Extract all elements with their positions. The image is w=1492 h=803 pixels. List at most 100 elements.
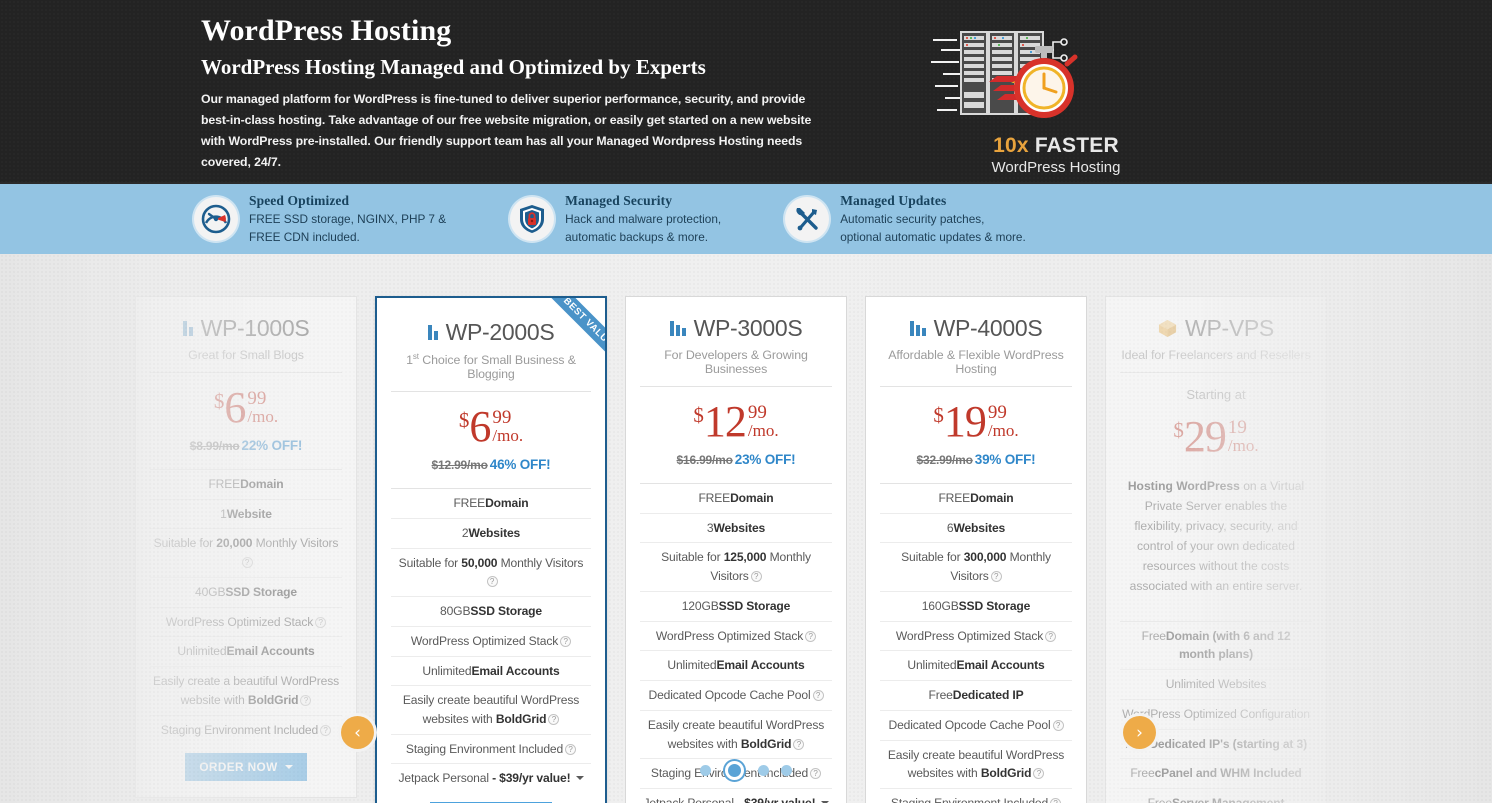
plan-feature-item: Suitable for 125,000 Monthly Visitors? <box>640 542 832 590</box>
plan-feature-item: 120GBSSD Storage <box>640 590 832 621</box>
price-currency: $ <box>933 403 944 427</box>
price-amount: 6 <box>224 383 246 432</box>
carousel-dot-2[interactable] <box>725 761 744 780</box>
pricing-card-wp-2000s[interactable]: BEST VALUE WP-2000S 1st Choice for Small B… <box>375 296 607 803</box>
help-icon[interactable]: ? <box>1050 798 1062 803</box>
help-icon[interactable]: ? <box>1045 630 1057 642</box>
plan-feature-item: 3Websites <box>640 512 832 543</box>
price-amount: 12 <box>703 397 747 446</box>
feature-line-2: FREE CDN included. <box>249 230 360 245</box>
help-icon[interactable]: ? <box>560 635 572 647</box>
plan-feature-item: UnlimitedEmail Accounts <box>640 650 832 680</box>
help-icon[interactable]: ? <box>241 557 253 569</box>
plan-feature-item: WordPress Optimized Stack? <box>391 625 591 656</box>
plan-tagline: Affordable & Flexible WordPress Hosting <box>880 348 1072 387</box>
price-original: $8.99/mo <box>189 439 240 453</box>
price-discount-percent: 22% OFF! <box>241 438 303 453</box>
plan-feature-item: Suitable for 20,000 Monthly Visitors? <box>150 528 342 576</box>
plan-tagline: 1st Choice for Small Business & Blogging <box>391 352 591 393</box>
carousel-next-arrow[interactable]: › <box>1123 716 1156 749</box>
plan-feature-item: Easily create beautiful WordPress websit… <box>640 709 832 758</box>
speedometer-icon <box>194 197 238 241</box>
bar-chart-2-icon <box>427 324 438 340</box>
price-amount: 29 <box>1183 412 1227 461</box>
plan-feature-item: 80GBSSD Storage <box>391 596 591 626</box>
price-discount-percent: 23% OFF! <box>734 452 796 467</box>
bar-chart-3-icon <box>669 320 686 336</box>
plan-feature-item: FreeDomain (with 6 and 12 month plans) <box>1120 620 1312 669</box>
plan-price-block: $12 99/mo. $16.99/mo 23% OFF! <box>640 387 832 471</box>
plan-price-block: $29 19/mo. <box>1120 402 1312 463</box>
carousel-prev-arrow[interactable]: ‹ <box>341 716 374 749</box>
help-icon[interactable]: ? <box>990 571 1002 583</box>
help-icon[interactable]: ? <box>320 724 332 736</box>
plan-feature-item: WordPress Optimized Stack? <box>150 606 342 637</box>
price-discount-percent: 46% OFF! <box>489 457 551 473</box>
plan-feature-item: Dedicated Opcode Cache Pool? <box>640 680 832 710</box>
feature-managed-updates: Managed Updates Automatic security patch… <box>785 192 1026 247</box>
plan-header: WP-4000S <box>880 313 1072 343</box>
plan-feature-item: Staging Environment Included? <box>880 788 1072 803</box>
plan-name: WP-1000S <box>200 314 310 341</box>
feature-line-1: FREE SSD storage, NGINX, PHP 7 & <box>249 211 447 226</box>
plan-feature-item: Easily create beautiful WordPress websit… <box>391 685 591 733</box>
carousel-dot-4[interactable] <box>781 765 792 776</box>
help-icon[interactable]: ? <box>793 738 805 750</box>
plan-feature-item: 40GBSSD Storage <box>150 576 342 607</box>
plan-feature-item: FREEDomain <box>640 483 832 513</box>
bar-chart-4-icon <box>909 320 926 336</box>
plan-feature-item: Staging Environment Included? <box>150 714 342 745</box>
plan-feature-item: 1Website <box>150 498 342 529</box>
faster-multiplier: 10x <box>993 134 1029 157</box>
help-icon[interactable]: ? <box>315 616 327 628</box>
help-icon[interactable]: ? <box>805 630 817 642</box>
plan-feature-item: FREEDomain <box>391 488 591 518</box>
plan-feature-item: FreeDedicated IP <box>880 680 1072 710</box>
help-icon[interactable]: ? <box>1052 719 1064 731</box>
plan-feature-item: Easily create a beautiful WordPress webs… <box>150 666 342 714</box>
price-original: $16.99/mo <box>676 453 733 467</box>
feature-managed-security: Managed Security Hack and malware protec… <box>510 192 721 247</box>
price-amount: 19 <box>943 397 987 446</box>
chevron-down-icon[interactable] <box>575 776 584 781</box>
page-subtitle: WordPress Hosting Managed and Optimized … <box>201 54 706 79</box>
plan-name: WP-VPS <box>1185 314 1274 341</box>
carousel-dot-3[interactable] <box>758 765 769 776</box>
help-icon[interactable]: ? <box>750 571 762 583</box>
price-period: /mo. <box>247 407 279 426</box>
help-icon[interactable]: ? <box>548 714 560 725</box>
price-discount-line: $8.99/mo 22% OFF! <box>150 438 342 453</box>
pricing-card-wp-1000s[interactable]: WP-1000S Great for Small Blogs $6 99/mo. $8.… <box>135 296 357 799</box>
hero-description: Our managed platform for WordPress is fi… <box>201 91 812 170</box>
price-cents: 99 <box>492 407 512 429</box>
shield-lock-icon <box>510 197 555 241</box>
pricing-card-wp-4000s[interactable]: WP-4000S Affordable & Flexible WordPress … <box>865 296 1087 803</box>
plan-name: WP-2000S <box>445 318 555 345</box>
price-discount-percent: 39% OFF! <box>974 452 1036 467</box>
plan-feature-list: FREEDomain 1Website Suitable for 20,000 Mo… <box>150 469 342 744</box>
plan-feature-list: FREEDomain 6Websites Suitable for 300,000 … <box>880 483 1072 803</box>
price-cents: 19 <box>1227 417 1247 438</box>
plan-feature-item: UnlimitedEmail Accounts <box>880 650 1072 680</box>
plan-feature-item: Easily create beautiful WordPress websit… <box>880 739 1072 788</box>
help-icon[interactable]: ? <box>565 743 577 755</box>
price-cents: 99 <box>987 402 1007 423</box>
hero-section: WordPress Hosting WordPress Hosting Mana… <box>0 0 1492 182</box>
pricing-card-wp-3000s[interactable]: WP-3000S For Developers & Growing Busines… <box>625 296 847 803</box>
help-icon[interactable]: ? <box>812 690 824 702</box>
feature-line-1: Hack and malware protection, <box>565 211 722 226</box>
plan-tagline: Ideal for Freelancers and Resellers <box>1120 348 1312 373</box>
plan-name: WP-4000S <box>933 314 1043 341</box>
hero-art-subcaption: WordPress Hosting <box>991 159 1121 176</box>
price-period: /mo. <box>492 426 524 446</box>
help-icon[interactable]: ? <box>486 576 498 588</box>
help-icon[interactable]: ? <box>300 694 312 706</box>
price-amount: 6 <box>469 402 491 452</box>
carousel-dots <box>0 761 1492 780</box>
bar-chart-1-icon <box>182 320 193 336</box>
plan-feature-item: Unlimited Websites <box>1120 669 1312 699</box>
price-period: /mo. <box>747 421 779 440</box>
carousel-dot-1[interactable] <box>700 765 711 776</box>
price-period: /mo. <box>1227 436 1259 455</box>
pricing-carousel: WP-1000S Great for Small Blogs $6 99/mo. $8.… <box>0 254 1492 803</box>
